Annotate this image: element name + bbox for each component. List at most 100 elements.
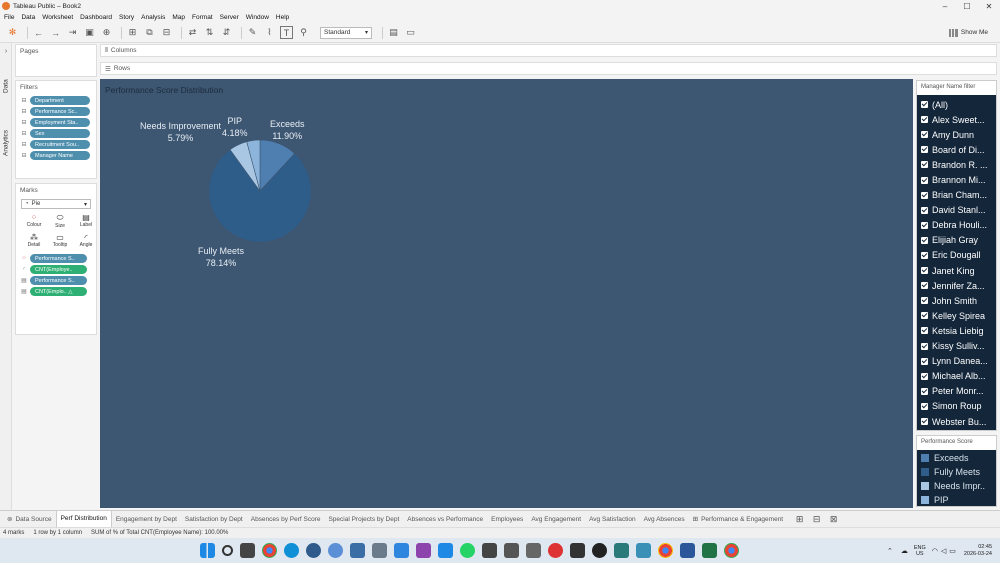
manager-filter-item[interactable]: John Smith [917, 293, 996, 308]
chrome-icon[interactable] [261, 543, 277, 558]
checkbox-checked-icon[interactable] [921, 221, 928, 229]
detail-button[interactable]: ⁂ Detail [23, 233, 45, 248]
tooltip-button[interactable]: ▭ Tooltip [49, 233, 71, 248]
search-icon[interactable] [221, 545, 233, 556]
cloud-icon[interactable]: ☁ [901, 547, 908, 555]
new-worksheet-icon[interactable]: ⊞ [793, 513, 806, 526]
marks-field-pill[interactable]: ◜ CNT(Employe.. [21, 265, 96, 274]
task-view-icon[interactable] [239, 543, 255, 558]
manager-filter-item[interactable]: Michael Alb... [917, 369, 996, 384]
input-region[interactable]: US [914, 551, 926, 557]
save-icon[interactable]: ▣ [83, 26, 96, 39]
wifi-icon[interactable]: ◠ [932, 547, 938, 555]
menu-file[interactable]: File [4, 14, 14, 21]
label-button[interactable]: ▤ Label [75, 213, 97, 229]
word-icon[interactable] [679, 543, 695, 558]
battery-icon[interactable]: ▭ [949, 547, 956, 555]
manager-filter-item[interactable]: David Stanl... [917, 203, 996, 218]
edge-icon[interactable] [283, 543, 299, 558]
new-story-icon[interactable]: ⊠ [827, 513, 840, 526]
menu-window[interactable]: Window [246, 14, 269, 21]
viz-canvas[interactable]: Performance Score Distribution Exceeds 1… [100, 79, 913, 508]
manager-filter-item[interactable]: Simon Roup [917, 399, 996, 414]
manager-filter-item[interactable]: Alex Sweet... [917, 112, 996, 127]
legend-item[interactable]: PIP [917, 493, 996, 507]
checkbox-checked-icon[interactable] [921, 236, 928, 244]
manager-filter-item[interactable]: Janet King [917, 263, 996, 278]
checkbox-checked-icon[interactable] [921, 357, 928, 365]
manager-filter-item[interactable]: Brannon Mi... [917, 172, 996, 187]
manager-filter-item[interactable]: Board of Di... [917, 142, 996, 157]
app-icon[interactable] [525, 543, 541, 558]
menu-worksheet[interactable]: Worksheet [42, 14, 73, 21]
checkbox-checked-icon[interactable] [921, 191, 928, 199]
checkbox-checked-icon[interactable] [921, 131, 928, 139]
marks-field-pill[interactable]: ⁘ Performance S.. [21, 254, 96, 263]
app-icon[interactable] [547, 543, 563, 558]
pin-icon[interactable]: ⚲ [297, 26, 310, 39]
manager-filter-item[interactable]: Brandon R. ... [917, 157, 996, 172]
menu-map[interactable]: Map [172, 14, 185, 21]
minimize-button[interactable]: – [934, 2, 956, 11]
tab-avg-engagement[interactable]: Avg Engagement [527, 511, 585, 528]
fit-select[interactable]: Standard [320, 26, 372, 39]
group-icon[interactable]: ⌇ [263, 26, 276, 39]
mark-type-select[interactable]: ◔ Pie ▾ [21, 199, 91, 209]
angle-button[interactable]: ◜ Angle [75, 233, 97, 248]
menu-analysis[interactable]: Analysis [141, 14, 165, 21]
chrome-icon[interactable] [657, 543, 673, 558]
marks-field-pill[interactable]: ▤ CNT(Emplo.. △ [21, 287, 96, 296]
close-button[interactable]: ✕ [978, 2, 1000, 11]
filter-pill[interactable]: ⊟ Employment Sta.. [21, 118, 96, 127]
manager-filter-item[interactable]: Elijiah Gray [917, 233, 996, 248]
manager-filter-item[interactable]: Lynn Danea... [917, 354, 996, 369]
replay-icon[interactable]: ⇥ [66, 26, 79, 39]
checkbox-checked-icon[interactable] [921, 312, 928, 320]
tab-satisfaction-by-dept[interactable]: Satisfaction by Dept [181, 511, 247, 528]
colour-button[interactable]: ⁘ Colour [23, 213, 45, 229]
marks-field-pill[interactable]: ▤ Performance S.. [21, 276, 96, 285]
checkbox-checked-icon[interactable] [921, 101, 928, 109]
visual-studio-icon[interactable] [415, 543, 431, 558]
new-dashboard-icon[interactable]: ⊟ [810, 513, 823, 526]
tableau-home-icon[interactable]: ✻ [6, 26, 19, 39]
legend-item[interactable]: Fully Meets [917, 465, 996, 479]
volume-icon[interactable]: ◁ [941, 547, 946, 555]
filter-pill[interactable]: ⊟ Sex [21, 129, 96, 138]
app-icon[interactable] [349, 543, 365, 558]
clear-sheet-icon[interactable]: ⊟ [160, 26, 173, 39]
menu-server[interactable]: Server [220, 14, 239, 21]
checkbox-checked-icon[interactable] [921, 327, 928, 335]
manager-filter-item[interactable]: Webster Bu... [917, 414, 996, 429]
checkbox-checked-icon[interactable] [921, 116, 928, 124]
manager-filter-item[interactable]: Kelley Spirea [917, 308, 996, 323]
checkbox-checked-icon[interactable] [921, 342, 928, 350]
manager-filter-item[interactable]: Peter Monr... [917, 384, 996, 399]
tab-employees[interactable]: Employees [487, 511, 527, 528]
manager-filter-item[interactable]: Ketsia Liebig [917, 323, 996, 338]
app-icon[interactable] [591, 543, 607, 558]
tab-avg-satisfaction[interactable]: Avg Satisfaction [585, 511, 640, 528]
show-cards-icon[interactable]: ▤ [387, 26, 400, 39]
input-lang[interactable]: ENG [914, 545, 926, 551]
manager-filter-item[interactable]: Debra Houli... [917, 218, 996, 233]
filter-pill[interactable]: ⊟ Performance Sc.. [21, 107, 96, 116]
menu-help[interactable]: Help [276, 14, 289, 21]
checkbox-checked-icon[interactable] [921, 297, 928, 305]
expand-pane-icon[interactable]: › [0, 45, 12, 58]
checkbox-checked-icon[interactable] [921, 418, 928, 426]
legend-item[interactable]: Needs Impr.. [917, 479, 996, 493]
rows-shelf[interactable]: ☰ Rows [100, 62, 997, 75]
checkbox-checked-icon[interactable] [921, 251, 928, 259]
manager-filter-item[interactable]: Jennifer Za... [917, 278, 996, 293]
tab-absences-vs-performance[interactable]: Absences vs Performance [403, 511, 487, 528]
manager-filter-item[interactable]: Kissy Sulliv... [917, 339, 996, 354]
checkbox-checked-icon[interactable] [921, 146, 928, 154]
pie-chart[interactable] [100, 79, 913, 508]
size-button[interactable]: ⬭ Size [49, 213, 71, 229]
manager-filter-item[interactable]: (All) [917, 97, 996, 112]
tab-data-source[interactable]: ⊚ Data Source [3, 511, 56, 528]
app-icon[interactable] [393, 543, 409, 558]
manager-filter-item[interactable]: Brian Cham... [917, 188, 996, 203]
checkbox-checked-icon[interactable] [921, 402, 928, 410]
